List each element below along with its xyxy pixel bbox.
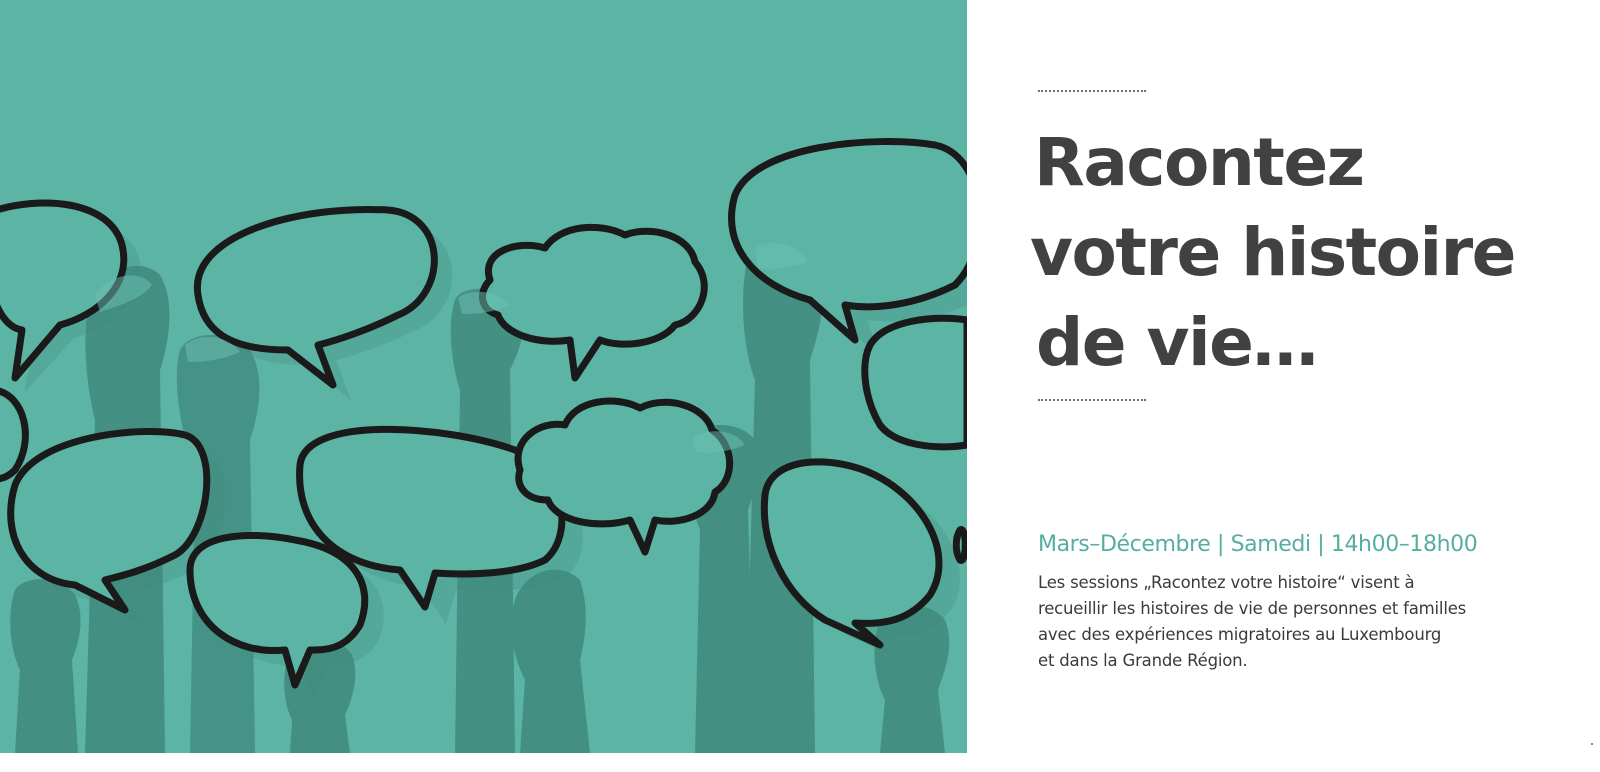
headline-line-2: votre histoire [1030, 214, 1516, 291]
description-line-3: avec des expériences migratoires au Luxe… [1038, 625, 1442, 644]
headline-line-1: Racontez [1034, 124, 1365, 201]
corner-mark [1591, 743, 1593, 745]
description-line-4: et dans la Grande Région. [1038, 651, 1248, 670]
schedule-line: Mars–Décembre | Samedi | 14h00–18h00 [1038, 532, 1478, 557]
speech-bubbles-illustration [0, 138, 967, 753]
bottom-dotted-rule [1038, 399, 1146, 401]
headline-line-3: de vie… [1036, 304, 1318, 381]
bottom-strip [0, 753, 1600, 772]
hero-image [0, 0, 967, 753]
description: Les sessions „Racontez votre histoire“ v… [1038, 570, 1508, 674]
description-line-2: recueillir les histoires de vie de perso… [1038, 599, 1467, 618]
top-dotted-rule [1038, 90, 1146, 92]
description-line-1: Les sessions „Racontez votre histoire“ v… [1038, 573, 1415, 592]
headline: Racontez votre histoire de vie… [1030, 118, 1516, 388]
text-panel: Racontez votre histoire de vie… Mars–Déc… [1030, 0, 1578, 753]
